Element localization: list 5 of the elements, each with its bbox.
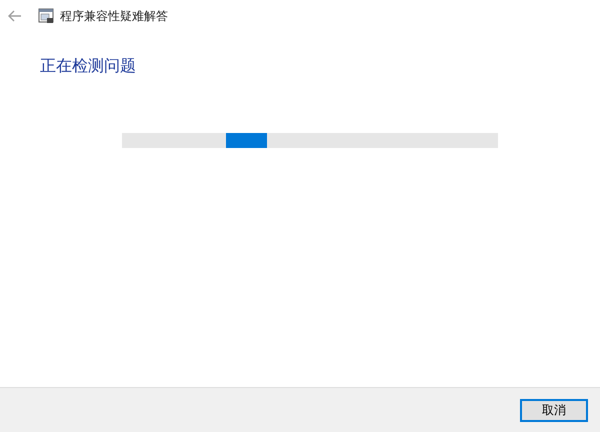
window-title: 程序兼容性疑难解答 bbox=[60, 8, 168, 24]
program-window-icon bbox=[38, 8, 54, 24]
back-arrow-icon[interactable] bbox=[8, 10, 22, 22]
cancel-button[interactable]: 取消 bbox=[520, 398, 588, 422]
heading: 正在检测问题 bbox=[40, 56, 137, 77]
